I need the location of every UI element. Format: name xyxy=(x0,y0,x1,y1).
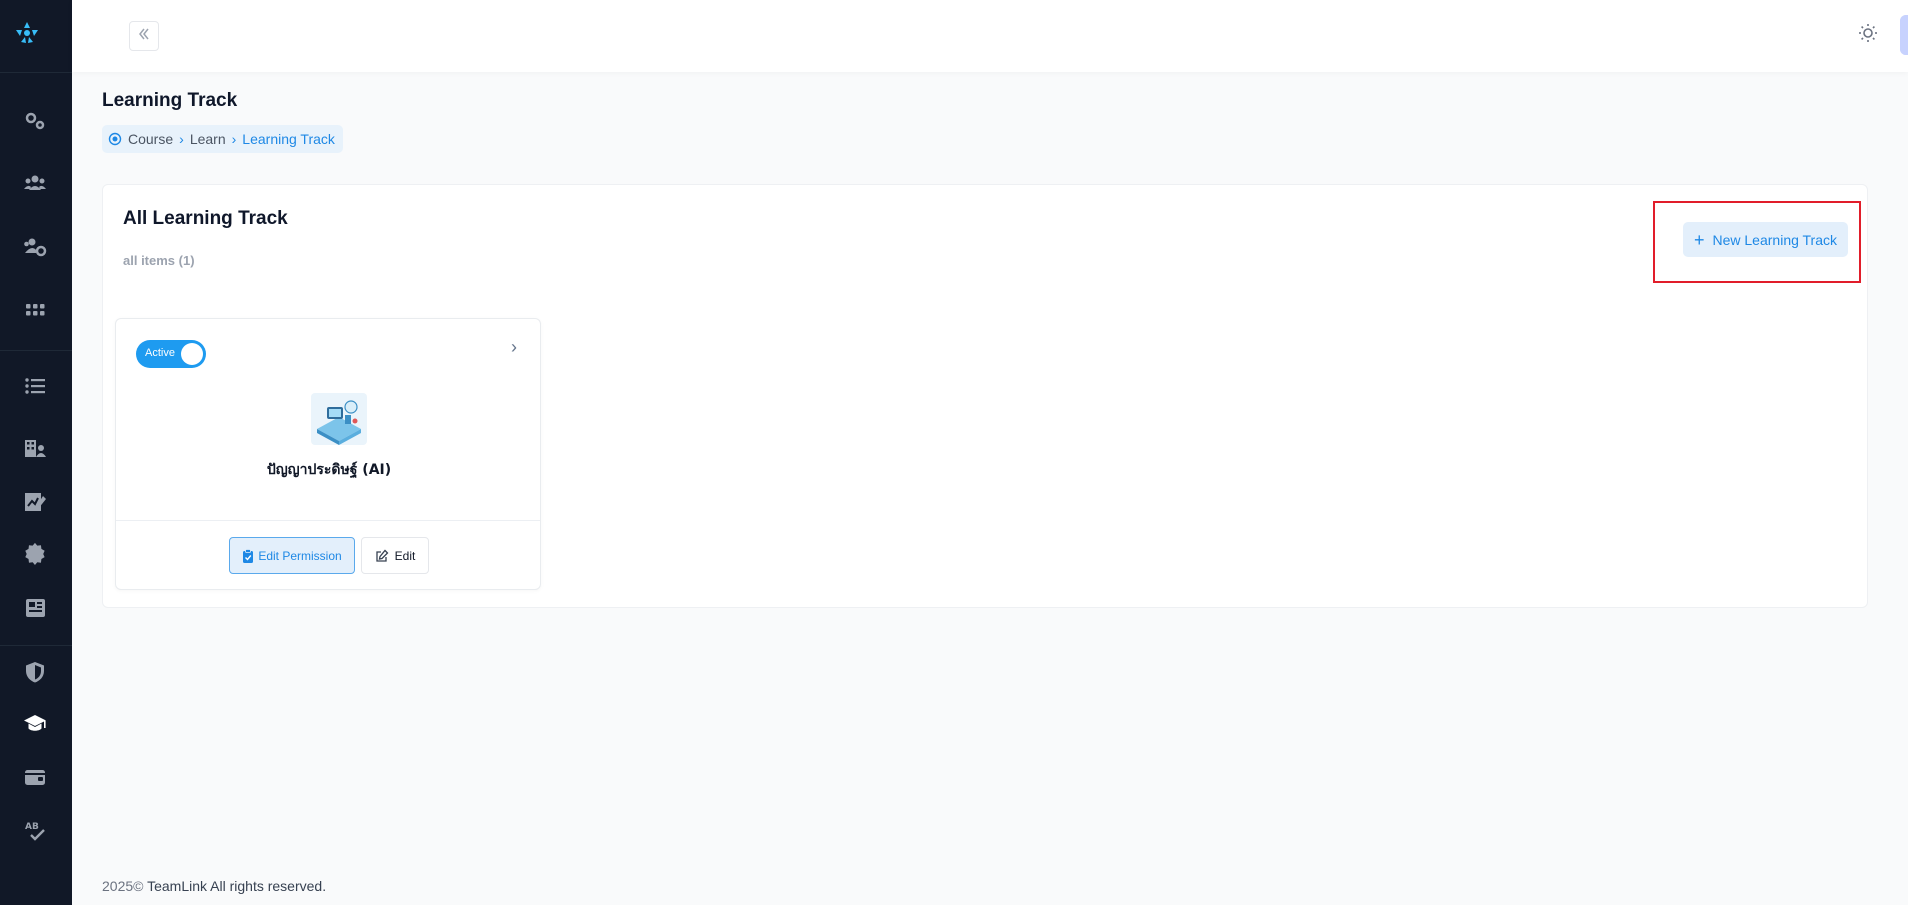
settings-gears-icon[interactable] xyxy=(22,108,48,134)
sun-icon xyxy=(1858,23,1878,48)
shield-icon[interactable] xyxy=(22,659,48,685)
sidebar: AB xyxy=(0,0,72,905)
panel-title: All Learning Track xyxy=(123,208,288,229)
breadcrumb: Course › Learn › Learning Track xyxy=(102,125,343,153)
graduation-cap-icon[interactable] xyxy=(22,711,48,737)
chevron-right-icon: › xyxy=(231,131,237,147)
new-learning-track-button[interactable]: + New Learning Track xyxy=(1683,222,1848,257)
top-bar xyxy=(72,0,1908,72)
learning-track-panel: All Learning Track all items (1) + New L… xyxy=(102,184,1868,608)
user-avatar[interactable] xyxy=(1900,15,1908,55)
newspaper-icon[interactable] xyxy=(22,595,48,621)
breadcrumb-course[interactable]: Course xyxy=(128,131,173,147)
status-label: Active xyxy=(145,347,175,359)
track-thumbnail xyxy=(311,393,367,445)
sidebar-divider xyxy=(0,72,72,73)
edit-icon xyxy=(375,549,389,563)
svg-text:AB: AB xyxy=(25,822,39,832)
new-learning-track-label: New Learning Track xyxy=(1712,231,1838,248)
status-toggle[interactable]: Active xyxy=(136,340,206,368)
users-group-icon[interactable] xyxy=(22,170,48,196)
page-title: Learning Track xyxy=(102,90,238,111)
wallet-icon[interactable] xyxy=(22,764,48,790)
clipboard-check-icon xyxy=(242,548,254,563)
track-name: ปัญญาประดิษฐ์ (AI) xyxy=(266,462,392,478)
plus-icon: + xyxy=(1693,229,1705,250)
footer-brand[interactable]: TeamLink xyxy=(147,878,207,894)
edit-label: Edit xyxy=(394,548,416,563)
chevron-right-icon[interactable]: › xyxy=(511,337,517,358)
breadcrumb-learn[interactable]: Learn xyxy=(190,131,226,147)
chart-edit-icon[interactable] xyxy=(22,489,48,515)
chevrons-left-icon xyxy=(137,27,151,46)
footer: 2025© TeamLink All rights reserved. xyxy=(102,878,326,894)
logo-icon[interactable] xyxy=(14,20,40,46)
breadcrumb-learning-track: Learning Track xyxy=(242,131,335,147)
list-icon[interactable] xyxy=(22,373,48,399)
edit-button[interactable]: Edit xyxy=(361,537,429,574)
item-count: all items (1) xyxy=(123,253,195,268)
building-user-icon[interactable] xyxy=(22,435,48,461)
edit-permission-button[interactable]: Edit Permission xyxy=(229,537,355,574)
toggle-knob xyxy=(181,343,203,365)
apps-grid-icon[interactable] xyxy=(22,297,48,323)
sidebar-divider xyxy=(0,350,72,351)
badge-gear-icon[interactable] xyxy=(22,541,48,567)
chevron-right-icon: › xyxy=(179,131,184,147)
users-settings-icon[interactable] xyxy=(22,234,48,260)
sidebar-collapse-button[interactable] xyxy=(129,21,159,51)
card-divider xyxy=(116,520,540,521)
sidebar-divider xyxy=(0,645,72,646)
learning-track-card: Active › ปัญญาประดิษฐ์ (AI) Edit Permiss… xyxy=(115,318,541,590)
footer-rights: All rights reserved. xyxy=(210,878,327,894)
target-icon xyxy=(108,132,122,146)
footer-year: 2025© xyxy=(102,878,144,894)
theme-toggle-button[interactable] xyxy=(1857,23,1879,48)
spell-check-icon[interactable]: AB xyxy=(22,818,48,844)
edit-permission-label: Edit Permission xyxy=(258,548,342,563)
